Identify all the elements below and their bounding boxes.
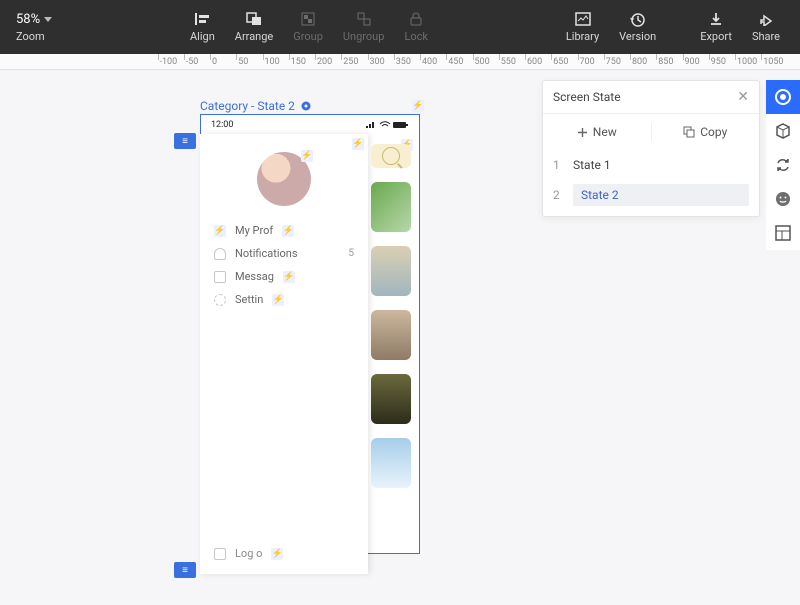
library-button[interactable]: Library: [556, 0, 609, 54]
panel-title: Screen State: [553, 90, 621, 104]
zoom-value: 58%: [16, 12, 40, 27]
menu-label: Notifications: [235, 247, 298, 260]
menu-item-settings[interactable]: Settin ⚡: [214, 293, 354, 306]
status-time: 12:00: [211, 120, 233, 130]
rail-sync-button[interactable]: [766, 148, 800, 182]
zoom-control[interactable]: 58% Zoom: [0, 0, 90, 54]
zoom-label: Zoom: [16, 30, 45, 43]
arrange-icon: [246, 11, 262, 27]
battery-icon: [393, 121, 409, 129]
menu-label: Settin: [235, 293, 263, 306]
copy-state-button[interactable]: Copy: [652, 125, 760, 139]
copy-icon: [683, 126, 695, 138]
state-name: State 1: [573, 154, 749, 176]
group-icon: [301, 11, 315, 27]
thumb-dark[interactable]: [371, 374, 411, 424]
thumb-landscape[interactable]: [371, 246, 411, 296]
bolt-icon: ⚡: [282, 225, 294, 237]
logout-label: Log o: [235, 547, 262, 560]
arrange-button[interactable]: Arrange: [225, 0, 283, 54]
thumb-food[interactable]: [371, 182, 411, 232]
lock-icon: [410, 11, 422, 27]
bolt-icon: ⚡: [283, 271, 295, 283]
rail-states-button[interactable]: [766, 80, 800, 114]
thumb-animal[interactable]: [371, 310, 411, 360]
search-icon: [382, 147, 400, 165]
screen-state-panel: Screen State ✕ New Copy 1State 12State 2: [542, 80, 760, 217]
rail-3d-button[interactable]: [766, 114, 800, 148]
bell-icon: [214, 248, 226, 260]
new-state-button[interactable]: New: [543, 125, 651, 139]
search-thumb[interactable]: [371, 144, 411, 168]
app-toolbar: 58% Zoom Align Arrange Group Ungroup Loc…: [0, 0, 800, 54]
menu-item-notifications[interactable]: Notifications 5: [214, 247, 354, 260]
share-button[interactable]: Share: [742, 0, 790, 54]
logout-item[interactable]: Log o ⚡: [214, 547, 283, 560]
align-icon: [194, 11, 210, 27]
library-icon: [575, 11, 591, 27]
plus-icon: [577, 127, 588, 138]
state-index: 2: [553, 188, 573, 202]
history-icon: [630, 11, 645, 27]
align-button[interactable]: Align: [180, 0, 225, 54]
avatar[interactable]: ⚡: [257, 152, 311, 206]
back-layer-handle-top[interactable]: ≡: [174, 133, 196, 149]
side-drawer: ⚡ ⚡ ⚡My Prof⚡Notifications5Messag⚡Settin…: [200, 134, 368, 574]
gear-icon: [214, 294, 226, 306]
version-button[interactable]: Version: [609, 0, 666, 54]
download-icon: [709, 11, 723, 27]
state-row[interactable]: 1State 1: [543, 150, 759, 180]
signal-icon: [365, 121, 377, 129]
lock-button[interactable]: Lock: [394, 0, 438, 54]
bolt-icon: ⚡: [301, 150, 313, 162]
wifi-icon: [379, 121, 391, 129]
badge: 5: [348, 248, 354, 259]
artboard-label[interactable]: Category - State 2 ⚡: [200, 99, 311, 113]
state-row[interactable]: 2State 2: [543, 180, 759, 210]
bolt-icon: ⚡: [352, 138, 364, 150]
share-icon: [759, 11, 773, 27]
state-index: 1: [553, 158, 573, 172]
chat-icon: [214, 271, 226, 283]
bolt-icon: ⚡: [271, 548, 283, 560]
rail-emoji-button[interactable]: [766, 182, 800, 216]
bolt-icon: ⚡: [272, 294, 284, 306]
logout-icon: [214, 548, 226, 560]
ungroup-icon: [357, 11, 371, 27]
rail-layout-button[interactable]: [766, 216, 800, 250]
ungroup-button[interactable]: Ungroup: [333, 0, 395, 54]
bolt-icon: ⚡: [214, 225, 226, 237]
menu-item-messages[interactable]: Messag ⚡: [214, 270, 354, 283]
close-icon[interactable]: ✕: [737, 89, 749, 105]
menu-label: My Prof: [235, 224, 273, 237]
menu-item-profile[interactable]: ⚡ My Prof ⚡: [214, 224, 354, 237]
bolt-icon: ⚡: [412, 100, 424, 112]
caret-down-icon: [44, 17, 52, 22]
status-bar: 12:00: [201, 115, 419, 135]
thumb-sky[interactable]: [371, 438, 411, 488]
menu-label: Messag: [235, 270, 274, 283]
group-button[interactable]: Group: [283, 0, 333, 54]
right-tool-rail: [766, 80, 800, 250]
back-layer-handle-bottom[interactable]: ≡: [174, 562, 196, 578]
gear-icon[interactable]: [301, 101, 311, 111]
horizontal-ruler: -100-50050100150200250300350400450500550…: [0, 54, 800, 70]
export-button[interactable]: Export: [690, 0, 742, 54]
state-name: State 2: [573, 184, 749, 206]
